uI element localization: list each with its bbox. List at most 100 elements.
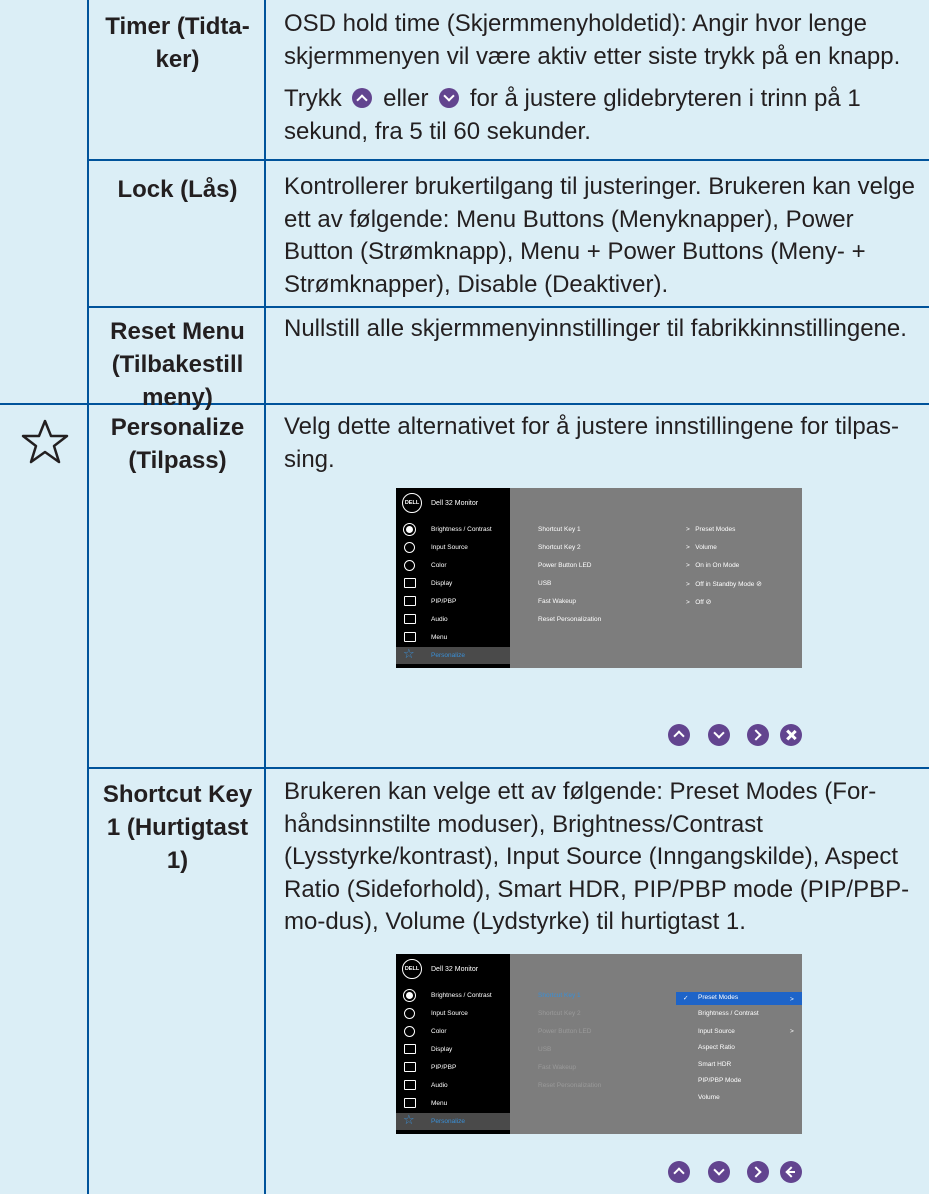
chevron-right-icon: > [790, 1028, 794, 1035]
star-icon: ☆ [403, 646, 415, 661]
osd-choice: Volume [698, 1094, 720, 1101]
osd-menu-item: Display [396, 575, 510, 592]
osd-value: > On in On Mode [686, 562, 740, 569]
osd-option: USB [538, 1046, 552, 1053]
menu-icon [404, 1098, 416, 1108]
down-button-icon [708, 1161, 730, 1183]
setting-desc-shortcut-key-1: Brukeren kan velge ett av følgende: Pres… [284, 778, 910, 935]
osd-menu-item: Display [396, 1041, 510, 1058]
brightness-icon [406, 526, 413, 533]
osd-choice: Preset Modes [698, 994, 739, 1001]
star-icon [21, 419, 69, 464]
osd-menu-item-selected: ☆ Personalize [396, 1113, 510, 1130]
osd-option: Power Button LED [538, 1028, 592, 1035]
dell-logo: DELL [402, 493, 422, 513]
setting-desc-reset-menu: Nullstill alle skjermmenyinnstillinger t… [284, 315, 907, 342]
osd-menu-item: Menu [396, 1095, 510, 1112]
back-button-icon [780, 1161, 802, 1183]
setting-name-reset-menu: Reset Menu (Tilbakestill meny) [110, 318, 245, 411]
up-button-icon [668, 1161, 690, 1183]
osd-shortcut-key-screenshot: DELL Dell 32 Monitor Brightness / Contra… [396, 954, 802, 1134]
osd-option: Reset Personalization [538, 616, 602, 623]
color-icon [404, 560, 415, 571]
display-icon [404, 578, 416, 588]
osd-menu-item: Audio [396, 611, 510, 628]
setting-name-lock: Lock (Lås) [117, 176, 238, 203]
osd-menu-item [396, 665, 510, 668]
setting-desc-personalize: Velg dette alternativet for å justere in… [284, 413, 900, 473]
table-border-middle [264, 0, 266, 1194]
osd-menu-item: PIP/PBP [396, 593, 510, 610]
audio-icon [404, 1080, 416, 1090]
up-arrow-icon [352, 88, 373, 108]
color-icon [404, 1026, 415, 1037]
right-button-icon [747, 724, 769, 746]
pip-pbp-icon [404, 596, 416, 606]
osd-option-selected: Shortcut Key 1 [538, 992, 581, 999]
checkmark-icon: ✓ [683, 995, 689, 1002]
osd-sub-panel: Shortcut Key 1 Shortcut Key 2 Power Butt… [510, 954, 802, 1134]
osd-title: Dell 32 Monitor [431, 500, 479, 507]
chevron-right-icon: > [790, 996, 794, 1003]
osd-title: Dell 32 Monitor [431, 966, 479, 973]
osd-option: Shortcut Key 1 [538, 526, 581, 533]
osd-choice: Brightness / Contrast [698, 1010, 759, 1017]
osd-option: Shortcut Key 2 [538, 1010, 581, 1017]
right-button-icon [747, 1161, 769, 1183]
osd-option: Power Button LED [538, 562, 592, 569]
star-icon: ☆ [403, 1112, 415, 1127]
osd-menu-item: Input Source [396, 539, 510, 556]
osd-menu-item: Menu [396, 629, 510, 646]
input-source-icon [404, 542, 415, 553]
osd-joystick-buttons [668, 1161, 808, 1185]
osd-value: > Volume [686, 544, 717, 551]
osd-menu-item: Brightness / Contrast [396, 987, 510, 1004]
osd-option: Shortcut Key 2 [538, 544, 581, 551]
setting-name-timer: Timer (Tidta- ker) [105, 13, 250, 73]
osd-main-menu: DELL Dell 32 Monitor Brightness / Contra… [396, 488, 510, 668]
setting-desc-timer: OSD hold time (Skjermmenyholdetid): Angi… [284, 10, 901, 145]
osd-value: > Off ⊘ [686, 599, 712, 606]
osd-value: > Off in Standby Mode ⊘ [686, 581, 763, 588]
osd-main-menu: DELL Dell 32 Monitor Brightness / Contra… [396, 954, 510, 1134]
osd-choice: PIP/PBP Mode [698, 1077, 742, 1084]
osd-menu-item-selected: ☆ Personalize [396, 647, 510, 664]
osd-option: Reset Personalization [538, 1082, 602, 1089]
menu-icon [404, 632, 416, 642]
down-button-icon [708, 724, 730, 746]
osd-value: > Preset Modes [686, 526, 736, 533]
row-divider [89, 159, 929, 161]
osd-option: Fast Wakeup [538, 1064, 577, 1071]
table-border-left [87, 0, 89, 1194]
osd-personalize-screenshot: DELL Dell 32 Monitor Brightness / Contra… [396, 488, 802, 668]
osd-menu-item: Brightness / Contrast [396, 521, 510, 538]
exit-button-icon [780, 724, 802, 746]
osd-choice: Aspect Ratio [698, 1044, 735, 1051]
up-button-icon [668, 724, 690, 746]
brightness-icon [406, 992, 413, 999]
osd-menu-item: PIP/PBP [396, 1059, 510, 1076]
osd-option: Fast Wakeup [538, 598, 577, 605]
osd-joystick-buttons [668, 724, 808, 748]
osd-choice: Smart HDR [698, 1061, 732, 1068]
osd-choice: Input Source [698, 1028, 735, 1035]
input-source-icon [404, 1008, 415, 1019]
energy-leaf-icon: ⊘ [756, 581, 763, 588]
down-arrow-icon [439, 88, 460, 108]
osd-option: USB [538, 580, 552, 587]
row-divider [89, 306, 929, 308]
osd-menu-item: Audio [396, 1077, 510, 1094]
audio-icon [404, 614, 416, 624]
row-divider [89, 767, 929, 769]
osd-menu-item: Color [396, 1023, 510, 1040]
setting-name-shortcut-key-1: Shortcut Key 1 (Hurtigtast 1) [102, 781, 253, 874]
energy-leaf-icon: ⊘ [705, 599, 712, 606]
setting-desc-lock: Kontrollerer brukertilgang til justering… [284, 173, 915, 298]
osd-menu-item: Input Source [396, 1005, 510, 1022]
osd-sub-panel: Shortcut Key 1 Shortcut Key 2 Power Butt… [510, 488, 802, 668]
setting-name-personalize: Personalize (Tilpass) [110, 414, 245, 474]
pip-pbp-icon [404, 1062, 416, 1072]
display-icon [404, 1044, 416, 1054]
osd-highlight [676, 992, 802, 1005]
osd-menu-item: Color [396, 557, 510, 574]
